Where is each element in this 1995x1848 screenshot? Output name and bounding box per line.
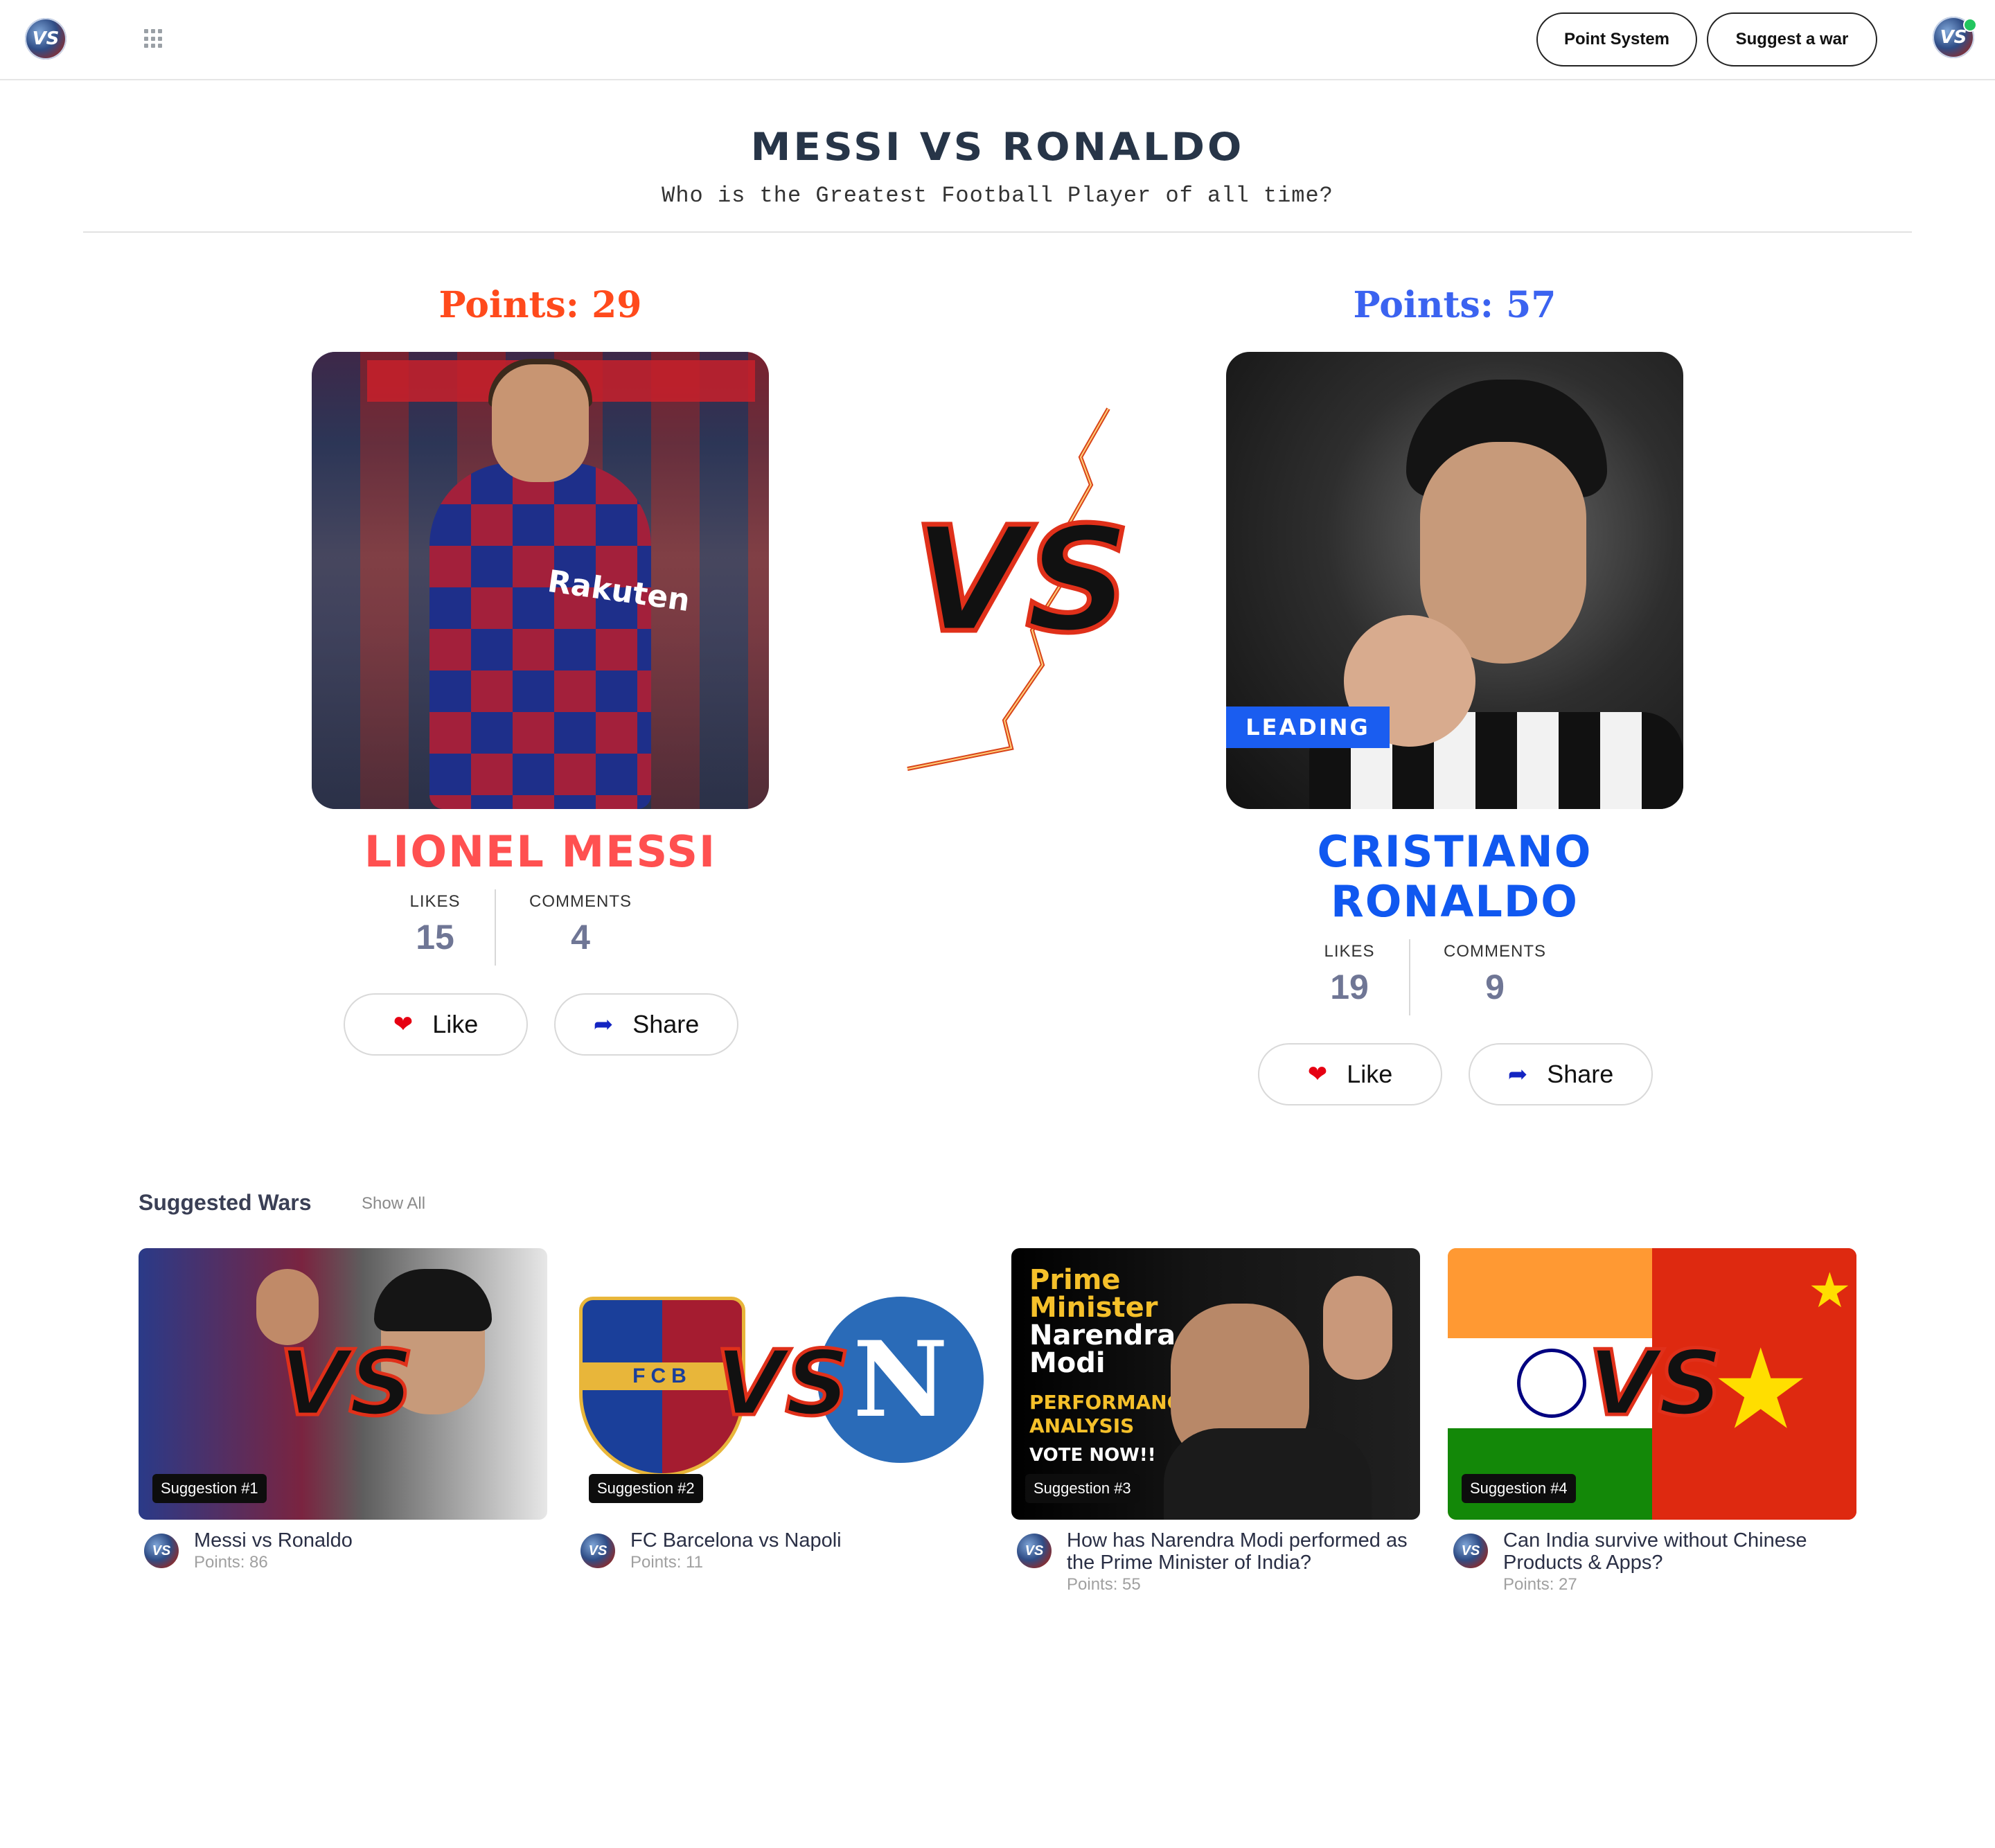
thumb-text: Minister — [1029, 1292, 1158, 1324]
thumb-text: Prime — [1029, 1264, 1121, 1296]
right-comments-label: COMMENTS — [1444, 942, 1546, 961]
leading-badge: LEADING — [1226, 707, 1390, 748]
heart-icon: ❤ — [393, 1011, 414, 1038]
vs-mini-emblem: VS — [1586, 1329, 1724, 1438]
right-likes-count: 19 — [1330, 968, 1369, 1006]
like-label: Like — [432, 1010, 479, 1038]
right-contestant-photo[interactable]: LEADING — [1226, 352, 1683, 809]
suggestion-points: Points: 11 — [630, 1553, 703, 1572]
suggestion-title[interactable]: Messi vs Ronaldo — [194, 1529, 547, 1552]
share-label: Share — [632, 1010, 700, 1038]
left-contestant-name: LIONEL MESSI — [364, 826, 717, 877]
card-avatar: VS — [144, 1534, 179, 1568]
thumb-text: ANALYSIS — [1029, 1414, 1135, 1437]
thumb-text: Modi — [1029, 1347, 1106, 1379]
thumb-text: PERFORMANCE — [1029, 1391, 1195, 1414]
grid-icon[interactable] — [144, 29, 163, 48]
right-points: Points: 57 — [1353, 284, 1557, 326]
heart-icon: ❤ — [1307, 1061, 1328, 1087]
logo-text: VS — [32, 28, 60, 49]
share-icon: ➦ — [593, 1011, 614, 1038]
card-avatar: VS — [1017, 1534, 1052, 1568]
svg-text:VS: VS — [1588, 1331, 1723, 1436]
card-avatar: VS — [1453, 1534, 1488, 1568]
suggestion-card[interactable]: ★ ★ VS Suggestion #4 VS Can India surviv… — [1448, 1248, 1856, 1594]
profile-avatar-text: VS — [1940, 27, 1967, 48]
suggestion-points: Points: 55 — [1067, 1575, 1141, 1594]
suggestion-thumbnail[interactable]: Prime Minister Narendra Modi PERFORMANCE… — [1011, 1248, 1420, 1520]
vs-mini-emblem: VS — [277, 1329, 415, 1438]
thumb-text: Narendra — [1029, 1320, 1176, 1351]
right-share-button[interactable]: ➦ Share — [1469, 1043, 1653, 1105]
suggestion-thumbnail[interactable]: FCB N VS Suggestion #2 — [575, 1248, 984, 1520]
suggestion-title[interactable]: Can India survive without Chinese Produc… — [1503, 1529, 1856, 1574]
suggested-wars-heading: Suggested Wars — [139, 1190, 312, 1215]
vs-emblem: VS — [907, 407, 1133, 771]
right-like-button[interactable]: ❤ Like — [1258, 1043, 1442, 1105]
right-likes-label: LIKES — [1324, 942, 1375, 961]
suggestion-badge: Suggestion #3 — [1025, 1474, 1140, 1503]
share-icon: ➦ — [1507, 1061, 1528, 1087]
suggestion-badge: Suggestion #2 — [589, 1474, 703, 1503]
left-points: Points: 29 — [438, 284, 642, 326]
stat-divider — [495, 889, 496, 966]
suggest-war-label: Suggest a war — [1735, 30, 1849, 48]
suggestion-title[interactable]: FC Barcelona vs Napoli — [630, 1529, 984, 1552]
suggestion-card[interactable]: Prime Minister Narendra Modi PERFORMANCE… — [1011, 1248, 1420, 1594]
vs-text: VS — [913, 495, 1130, 665]
war-title: MESSI VS RONALDO — [750, 124, 1245, 170]
show-all-link[interactable]: Show All — [362, 1194, 425, 1214]
left-comments-label: COMMENTS — [529, 892, 632, 911]
suggestion-badge: Suggestion #4 — [1462, 1474, 1576, 1503]
stat-divider — [1409, 939, 1410, 1015]
card-avatar: VS — [580, 1534, 615, 1568]
top-nav-bar: VS Point System Suggest a war VS — [0, 0, 1995, 80]
like-label: Like — [1347, 1060, 1393, 1088]
left-comments-count: 4 — [571, 918, 590, 957]
point-system-button[interactable]: Point System — [1536, 12, 1697, 66]
left-contestant-photo[interactable]: Rakuten — [312, 352, 769, 809]
svg-text:VS: VS — [279, 1331, 414, 1436]
suggestion-card[interactable]: VS Suggestion #1 VS Messi vs Ronaldo Poi… — [139, 1248, 547, 1572]
left-like-button[interactable]: ❤ Like — [344, 993, 528, 1056]
left-likes-count: 15 — [416, 918, 454, 957]
left-share-button[interactable]: ➦ Share — [554, 993, 738, 1056]
suggestion-card[interactable]: FCB N VS Suggestion #2 VS FC Barcelona v… — [575, 1248, 984, 1572]
share-label: Share — [1547, 1060, 1614, 1088]
suggestion-points: Points: 86 — [194, 1553, 268, 1572]
site-logo[interactable]: VS — [25, 18, 66, 60]
right-contestant-name: CRISTIANO RONALDO — [1212, 827, 1697, 927]
suggestion-thumbnail[interactable]: VS Suggestion #1 — [139, 1248, 547, 1520]
online-status-dot — [1963, 18, 1977, 32]
header-divider — [83, 231, 1912, 233]
right-name-line2: RONALDO — [1331, 876, 1579, 927]
suggestion-thumbnail[interactable]: ★ ★ VS Suggestion #4 — [1448, 1248, 1856, 1520]
suggest-war-button[interactable]: Suggest a war — [1707, 12, 1877, 66]
suggestion-points: Points: 27 — [1503, 1575, 1577, 1594]
vs-mini-emblem: VS — [713, 1329, 851, 1438]
suggestion-badge: Suggestion #1 — [152, 1474, 267, 1503]
star-icon: ★ — [1808, 1263, 1852, 1317]
war-subtitle: Who is the Greatest Football Player of a… — [662, 183, 1333, 208]
svg-text:VS: VS — [716, 1331, 850, 1436]
left-likes-label: LIKES — [409, 892, 461, 911]
point-system-label: Point System — [1563, 30, 1670, 48]
suggestion-title[interactable]: How has Narendra Modi performed as the P… — [1067, 1529, 1420, 1574]
right-comments-count: 9 — [1485, 968, 1505, 1006]
right-name-line1: CRISTIANO — [1317, 826, 1593, 877]
